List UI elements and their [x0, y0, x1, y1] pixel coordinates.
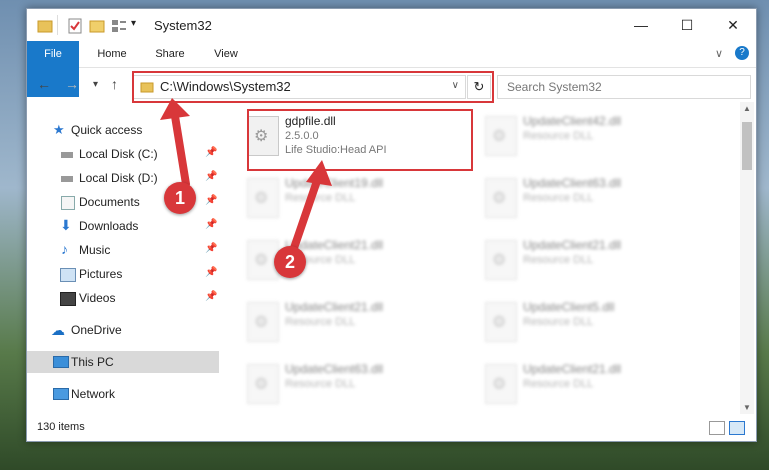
- arrow-1-shaft: [170, 106, 190, 188]
- step-marker-1: 1: [164, 182, 196, 214]
- arrow-2-head: [306, 160, 332, 186]
- arrow-2-shaft: [290, 174, 322, 252]
- arrow-1-head: [160, 98, 190, 120]
- annotation-arrows: [160, 98, 332, 252]
- step-marker-2: 2: [274, 246, 306, 278]
